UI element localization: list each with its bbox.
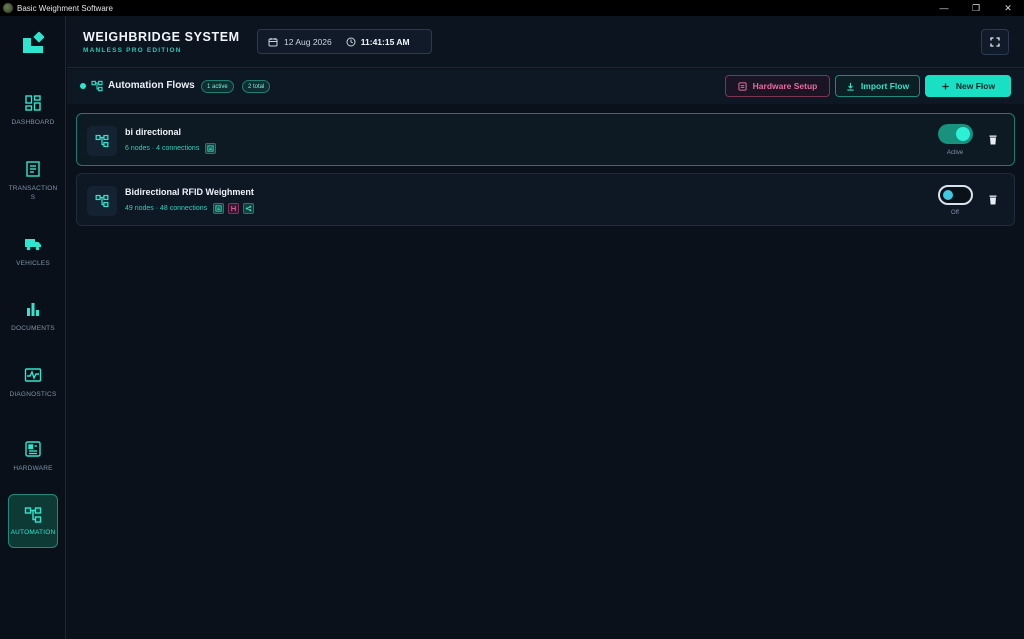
sidebar-item-label: DASHBOARD <box>11 119 55 126</box>
sidebar-item-documents[interactable]: DOCUMENTS <box>4 300 62 333</box>
sidebar: DASHBOARD TRANSACTIONS VEHICLES DOCUMENT… <box>0 16 66 639</box>
current-time: 11:41:15 AM <box>360 36 410 47</box>
fullscreen-icon <box>990 37 1000 47</box>
flow-icon <box>91 80 103 92</box>
trash-icon[interactable] <box>987 134 999 146</box>
toggle-knob <box>943 190 953 200</box>
flow-meta-text: 6 nodes · 4 connections <box>125 145 200 152</box>
flow-card[interactable]: Bidirectional RFID Weighment 49 nodes · … <box>76 173 1015 226</box>
clock-icon <box>346 37 356 46</box>
window-title: Basic Weighment Software <box>17 3 113 13</box>
flow-card-icon <box>87 126 117 156</box>
new-flow-button[interactable]: New Flow <box>925 75 1011 97</box>
download-icon <box>847 82 854 91</box>
flow-card[interactable]: bi directional 6 nodes · 4 connections A… <box>76 113 1015 166</box>
sidebar-item-dashboard[interactable]: DASHBOARD <box>4 94 62 127</box>
sidebar-item-label: VEHICLES <box>16 260 50 267</box>
sidebar-item-diagnostics[interactable]: DIAGNOSTICS <box>4 366 62 399</box>
status-dot <box>80 83 86 89</box>
flow-icon <box>95 134 109 148</box>
flow-meta: 6 nodes · 4 connections <box>125 143 217 154</box>
calendar-icon <box>268 37 278 46</box>
flows-toolbar: Automation Flows 1 active 2 total Hardwa… <box>67 69 1024 104</box>
sidebar-item-label: DOCUMENTS <box>11 325 55 332</box>
flow-card-icon <box>87 186 117 216</box>
flow-name: Bidirectional RFID Weighment <box>125 187 254 197</box>
flow-meta-text: 49 nodes · 48 connections <box>125 205 208 212</box>
current-date: 12 Aug 2026 <box>284 36 332 47</box>
close-button[interactable]: ✕ <box>992 0 1024 16</box>
app-icon <box>3 3 13 13</box>
app-header: WEIGHBRIDGE SYSTEM MANLESS PRO EDITION 1… <box>67 16 1024 68</box>
sidebar-item-automation[interactable]: AUTOMATION <box>8 494 58 548</box>
sidebar-item-label: TRANSACTIONS <box>8 185 58 201</box>
chip-tag-icon <box>205 143 217 154</box>
chip-icon <box>25 441 41 457</box>
minimize-button[interactable]: — <box>928 0 960 16</box>
flow-enable-toggle[interactable] <box>938 185 973 205</box>
bar-chart-icon <box>27 303 39 316</box>
chip-tag-icon <box>213 203 225 214</box>
total-count-badge: 2 total <box>242 80 271 93</box>
import-flow-label: Import Flow <box>860 81 910 91</box>
import-flow-button[interactable]: Import Flow <box>835 75 920 97</box>
datetime-display: 12 Aug 2026 11:41:15 AM <box>257 29 432 54</box>
hardware-setup-button[interactable]: Hardware Setup <box>725 75 830 97</box>
flow-meta: 49 nodes · 48 connections <box>125 203 255 214</box>
sidebar-item-label: DIAGNOSTICS <box>9 391 57 398</box>
restore-button[interactable]: ❐ <box>960 0 992 16</box>
hardware-setup-label: Hardware Setup <box>752 81 818 91</box>
pulse-icon <box>24 368 42 382</box>
flow-icon <box>95 194 109 208</box>
section-title: Automation Flows <box>108 80 195 91</box>
flow-status-label: Off <box>951 210 959 216</box>
app-logo-icon <box>23 32 44 53</box>
truck-icon <box>25 239 41 251</box>
chip-icon <box>738 81 747 91</box>
app-title: WEIGHBRIDGE SYSTEM <box>83 30 240 44</box>
sidebar-item-label: HARDWARE <box>13 465 53 472</box>
fullscreen-button[interactable] <box>981 29 1009 55</box>
sidebar-item-hardware[interactable]: HARDWARE <box>4 440 62 473</box>
app-subtitle: MANLESS PRO EDITION <box>83 47 182 54</box>
sidebar-item-transactions[interactable]: TRANSACTIONS <box>4 160 62 202</box>
active-count-badge: 1 active <box>201 80 234 93</box>
plus-icon <box>942 82 949 90</box>
window-titlebar: Basic Weighment Software — ❐ ✕ <box>0 0 1024 16</box>
toggle-knob <box>956 127 970 141</box>
sidebar-item-vehicles[interactable]: VEHICLES <box>4 235 62 268</box>
flow-name: bi directional <box>125 127 182 137</box>
receipt-icon <box>26 161 40 177</box>
new-flow-label: New Flow <box>955 81 996 91</box>
dashboard-icon <box>25 95 41 111</box>
trash-icon[interactable] <box>987 194 999 206</box>
barrier-tag-icon <box>228 203 240 214</box>
flow-status-label: Active <box>946 150 964 156</box>
share-tag-icon <box>243 203 255 214</box>
window-controls: — ❐ ✕ <box>928 0 1024 16</box>
sidebar-item-label: AUTOMATION <box>10 528 56 536</box>
flow-icon <box>24 506 42 523</box>
flow-enable-toggle[interactable] <box>938 124 973 144</box>
